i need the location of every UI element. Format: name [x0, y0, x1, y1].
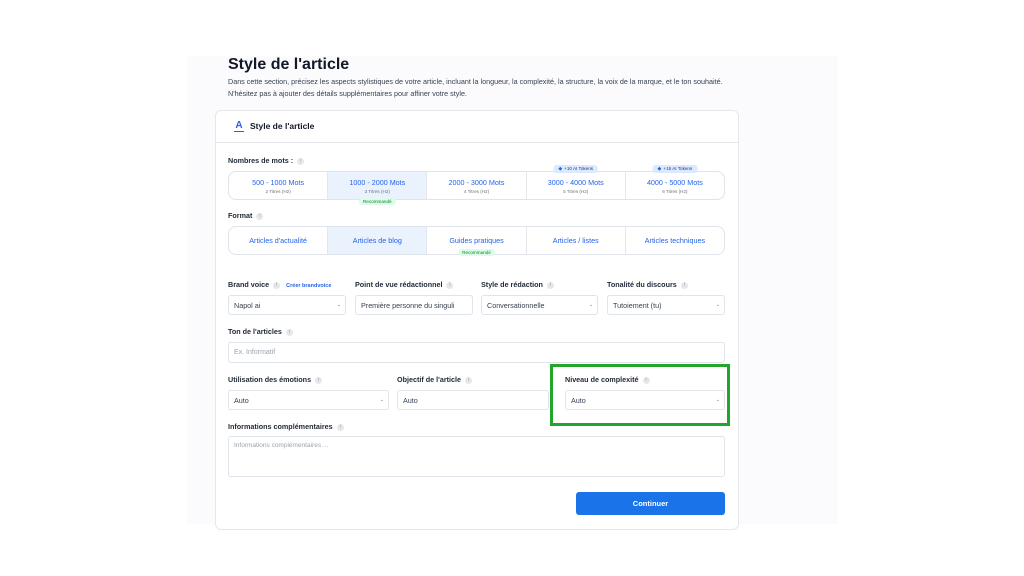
gem-icon: ◆ — [657, 166, 662, 172]
chevron-down-icon: ⌄ — [336, 302, 341, 308]
info-icon[interactable]: i — [465, 376, 473, 384]
token-badge: ◆ +15 AI Tokens — [652, 165, 698, 173]
option-label: 500 - 1000 Mots — [252, 177, 305, 187]
article-tone-label: Ton de l'articles i — [228, 327, 293, 336]
info-icon[interactable]: i — [680, 281, 688, 289]
word-count-option-1000-2000[interactable]: 1000 - 2000 Mots 3 Titres (H2) Recommand… — [328, 172, 428, 205]
select-value: Auto — [234, 395, 249, 405]
tone-discourse-select[interactable]: Tutoiement (tu) ⌄ — [607, 295, 725, 315]
chevron-down-icon: ⌄ — [715, 302, 720, 308]
article-tone-label-text: Ton de l'articles — [228, 327, 282, 336]
option-label: 4000 - 5000 Mots — [646, 177, 703, 187]
option-sublabel: 3 Titres (H2) — [364, 188, 390, 194]
brand-voice-label-text: Brand voice — [228, 280, 270, 289]
additional-info-label: Informations complémentaires i — [228, 422, 344, 431]
option-sublabel: 4 Titres (H2) — [463, 188, 490, 194]
option-sublabel: 5 Titres (H2) — [563, 188, 589, 194]
article-tone-input[interactable]: Ex. Informatif — [228, 342, 725, 363]
highlight-box — [550, 364, 730, 426]
format-option-blog[interactable]: Articles de blog — [328, 227, 428, 254]
option-label: 2000 - 3000 Mots — [448, 177, 505, 187]
option-label: Articles / listes — [552, 236, 599, 245]
word-count-label-text: Nombres de mots : — [228, 156, 294, 165]
tone-discourse-label: Tonalité du discours i — [607, 280, 688, 289]
info-icon[interactable]: i — [546, 281, 554, 289]
point-of-view-select[interactable]: Première personne du singuli — [355, 295, 473, 315]
create-brandvoice-link[interactable]: Créer brandvoice — [286, 283, 331, 289]
format-option-technical[interactable]: Articles techniques — [626, 227, 724, 254]
recommended-badge: Recommandé — [358, 198, 396, 205]
info-icon[interactable]: i — [273, 281, 281, 289]
text-format-icon: A — [233, 120, 245, 132]
info-icon[interactable]: i — [297, 157, 305, 165]
option-label: Articles d'actualité — [249, 236, 307, 245]
word-count-option-3000-4000[interactable]: ◆ +10 AI Tokens 3000 - 4000 Mots 5 Titres… — [527, 165, 626, 199]
gem-icon: ◆ — [558, 166, 563, 172]
format-option-news[interactable]: Articles d'actualité — [229, 227, 329, 254]
page-description: Dans cette section, précisez les aspects… — [228, 77, 723, 98]
format-selector: Articles d'actualité Articles de blog Gu… — [228, 226, 725, 256]
emotions-label: Utilisation des émotions i — [228, 375, 323, 384]
brand-voice-label: Brand voice i Créer brandvoice — [228, 280, 331, 289]
select-value: Tutoiement (tu) — [613, 300, 662, 310]
objective-label-text: Objectif de l'article — [397, 375, 462, 384]
select-value: Napol ai — [234, 300, 261, 310]
chevron-down-icon: ⌄ — [588, 302, 593, 308]
word-count-option-500-1000[interactable]: 500 - 1000 Mots 2 Titres (H2) — [229, 172, 329, 199]
chevron-down-icon: ⌄ — [379, 397, 384, 403]
option-sublabel: 6 Titres (H2) — [662, 188, 688, 194]
format-label-text: Format — [228, 211, 253, 220]
tone-discourse-label-text: Tonalité du discours — [607, 280, 677, 289]
word-count-label: Nombres de mots :i — [228, 156, 305, 165]
objective-select[interactable]: Auto — [397, 390, 549, 410]
word-count-option-4000-5000[interactable]: ◆ +15 AI Tokens 4000 - 5000 Mots 6 Titres… — [626, 165, 724, 199]
token-badge: ◆ +10 AI Tokens — [553, 165, 599, 173]
page-title: Style de l'article — [228, 56, 350, 73]
option-label: Articles de blog — [352, 236, 402, 245]
info-icon[interactable]: i — [285, 328, 293, 336]
textarea-placeholder: Informations complémentaires ... — [234, 442, 329, 449]
objective-label: Objectif de l'article i — [397, 375, 473, 384]
brand-voice-select[interactable]: Napol ai ⌄ — [228, 295, 346, 315]
option-label: Guides pratiques — [449, 236, 504, 245]
option-label: 1000 - 2000 Mots — [349, 177, 406, 187]
select-value: Première personne du singuli — [361, 300, 455, 310]
info-icon[interactable]: i — [336, 423, 344, 431]
emotions-select[interactable]: Auto ⌄ — [228, 390, 389, 410]
card-title: Style de l'article — [250, 121, 315, 131]
option-label: 3000 - 4000 Mots — [547, 177, 604, 187]
recommended-badge: Recommandé — [458, 249, 495, 256]
select-value: Conversationnelle — [487, 300, 545, 310]
card-header: A Style de l'article — [216, 111, 738, 143]
emotions-label-text: Utilisation des émotions — [228, 375, 312, 384]
token-badge-text: +10 AI Tokens — [564, 166, 594, 171]
writing-style-label-text: Style de rédaction — [481, 280, 543, 289]
word-count-selector: 500 - 1000 Mots 2 Titres (H2) 1000 - 200… — [228, 165, 725, 205]
token-badge-text: +15 AI Tokens — [663, 166, 693, 171]
writing-style-select[interactable]: Conversationnelle ⌄ — [481, 295, 598, 315]
writing-style-label: Style de rédaction i — [481, 280, 554, 289]
option-sublabel: 2 Titres (H2) — [265, 188, 291, 194]
additional-info-textarea[interactable]: Informations complémentaires ... — [228, 436, 725, 477]
word-count-option-2000-3000[interactable]: 2000 - 3000 Mots 4 Titres (H2) — [427, 172, 527, 199]
format-label: Format i — [228, 211, 264, 220]
info-icon[interactable]: i — [315, 376, 323, 384]
info-icon[interactable]: i — [256, 212, 264, 220]
input-placeholder: Ex. Informatif — [234, 349, 276, 356]
option-label: Articles techniques — [644, 236, 706, 245]
continue-button[interactable]: Continuer — [576, 492, 725, 515]
format-option-lists[interactable]: Articles / listes — [527, 227, 626, 254]
additional-info-label-text: Informations complémentaires — [228, 422, 333, 431]
format-option-guides[interactable]: Guides pratiques Recommandé — [427, 227, 527, 256]
point-of-view-label: Point de vue rédactionnel i — [355, 280, 454, 289]
point-of-view-label-text: Point de vue rédactionnel — [355, 280, 443, 289]
info-icon[interactable]: i — [446, 281, 454, 289]
select-value: Auto — [403, 395, 418, 405]
